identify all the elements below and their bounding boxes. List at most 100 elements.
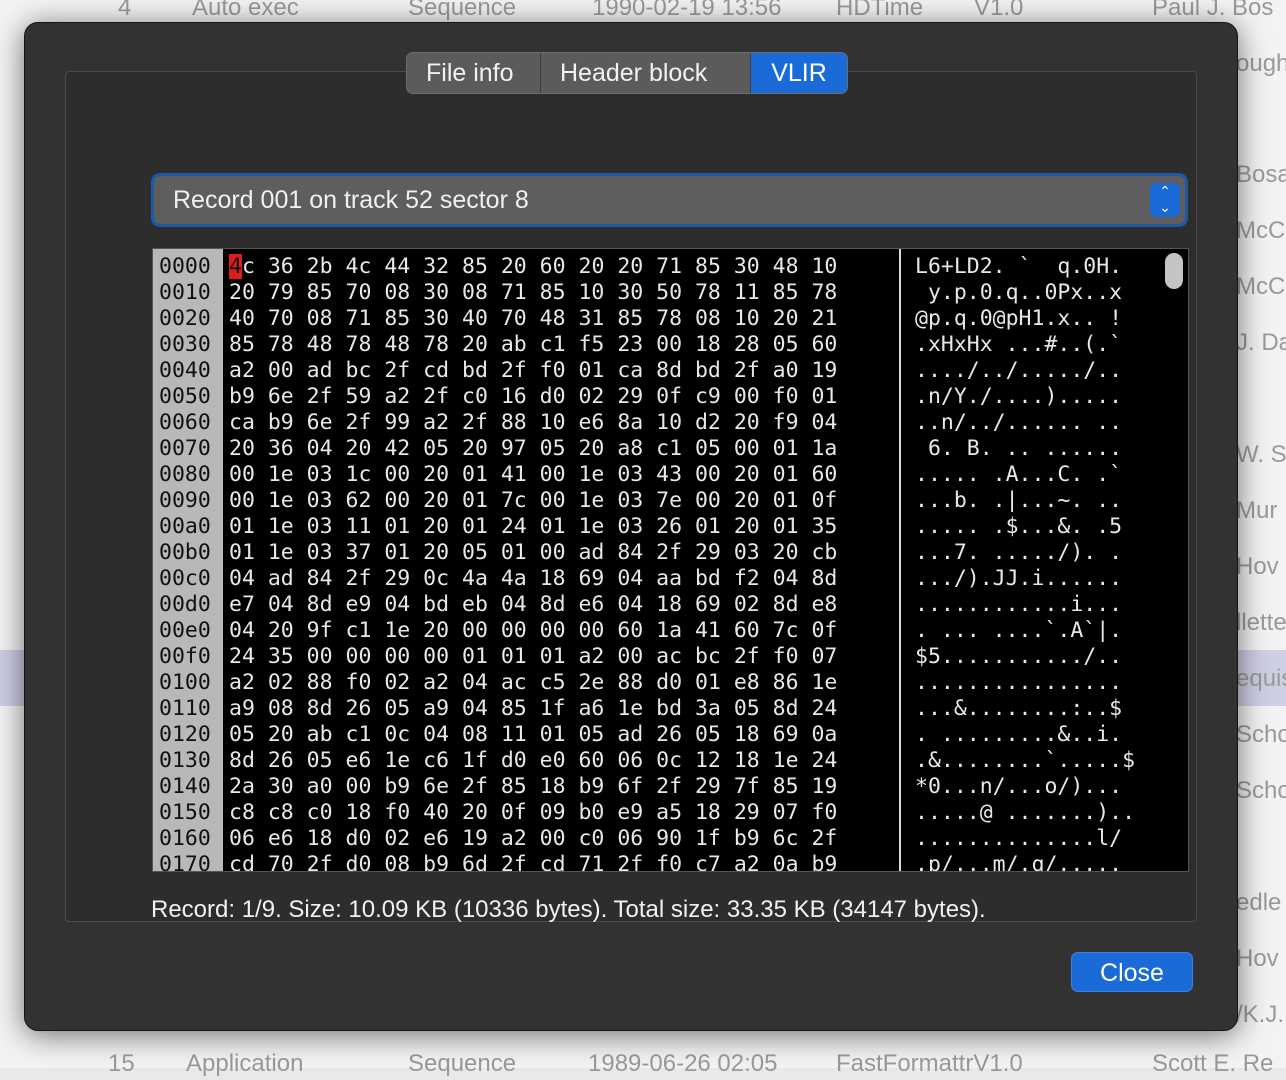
background-cell: 1989-06-26 02:05 xyxy=(588,1050,778,1077)
ascii-row[interactable]: ..n/../...... .. xyxy=(915,410,1135,436)
background-cell-fragment: McCo xyxy=(1236,273,1286,300)
hex-cursor: 4 xyxy=(229,254,242,279)
close-button[interactable]: Close xyxy=(1071,952,1193,992)
ascii-row[interactable]: @p.q.0@pH1.x.. ! xyxy=(915,306,1135,332)
background-cell: Sequence xyxy=(408,0,517,21)
record-status-text: Record: 1/9. Size: 10.09 KB (10336 bytes… xyxy=(151,896,986,923)
hex-byte-row[interactable]: a2 00 ad bc 2f cd bd 2f f0 01 ca 8d bd 2… xyxy=(229,358,837,384)
hex-byte-row[interactable]: 4c 36 2b 4c 44 32 85 20 60 20 20 71 85 3… xyxy=(229,254,837,280)
record-select-popup[interactable]: Record 001 on track 52 sector 8 ⌃ ⌄ xyxy=(154,176,1185,224)
hex-offset: 00f0 xyxy=(159,644,211,669)
tab-vlir[interactable]: VLIR xyxy=(751,53,847,93)
hex-byte-row[interactable]: a2 02 88 f0 02 a2 04 ac c5 2e 88 d0 01 e… xyxy=(229,670,837,696)
hex-byte-row[interactable]: a9 08 8d 26 05 a9 04 85 1f a6 1e bd 3a 0… xyxy=(229,696,837,722)
ascii-row[interactable]: 6. B. .. ...... xyxy=(915,436,1135,462)
hex-offset: 0060 xyxy=(159,410,211,435)
tab-file-info[interactable]: File info xyxy=(407,53,541,93)
background-cell-fragment: Scho xyxy=(1236,721,1286,748)
background-cell-fragment: edle xyxy=(1236,889,1282,916)
hex-offset: 0000 xyxy=(159,254,211,279)
ascii-row[interactable]: ...&........:..$ xyxy=(915,696,1135,722)
ascii-column[interactable]: L6+LD2. ` q.0H. y.p.0.q..0Px..x @p.q.0@pH… xyxy=(915,254,1135,871)
hex-byte-row[interactable]: e7 04 8d e9 04 bd eb 04 8d e6 04 18 69 0… xyxy=(229,592,837,618)
background-cell: FastFormattrV1.0 xyxy=(836,1050,1023,1077)
hex-byte-row[interactable]: 01 1e 03 11 01 20 01 24 01 1e 03 26 01 2… xyxy=(229,514,837,540)
ascii-row[interactable]: ..............l/ xyxy=(915,826,1135,852)
ascii-row[interactable]: L6+LD2. ` q.0H. xyxy=(915,254,1135,280)
hex-byte-row[interactable]: cd 70 2f d0 08 b9 6d 2f cd 71 2f f0 c7 a… xyxy=(229,852,837,871)
hex-byte-row[interactable]: 05 20 ab c1 0c 04 08 11 01 05 ad 26 05 1… xyxy=(229,722,837,748)
ascii-row[interactable]: ............i... xyxy=(915,592,1135,618)
hex-offset: 0100 xyxy=(159,670,211,695)
hex-byte-row[interactable]: 40 70 08 71 85 30 40 70 48 31 85 78 08 1… xyxy=(229,306,837,332)
background-cell: Auto exec xyxy=(192,0,299,21)
ascii-row[interactable]: .../).JJ.i...... xyxy=(915,566,1135,592)
hex-dump-view[interactable]: 0000 0010 0020 0030 0040 0050 0060 0070 0080 0090… xyxy=(152,248,1189,872)
background-cell-fragment: Hov xyxy=(1236,553,1279,580)
hex-offset: 0010 xyxy=(159,280,211,305)
ascii-row[interactable]: .n/Y./....)..... xyxy=(915,384,1135,410)
ascii-row[interactable]: .....@ .......).. xyxy=(915,800,1135,826)
hex-byte-row[interactable]: 00 1e 03 1c 00 20 01 41 00 1e 03 43 00 2… xyxy=(229,462,837,488)
hex-offset: 0130 xyxy=(159,748,211,773)
ascii-row[interactable]: .xHxHx ...#..(.` xyxy=(915,332,1135,358)
background-cell-fragment: /K.J. xyxy=(1236,1001,1285,1028)
ascii-row[interactable]: ..... .$...&. .5 xyxy=(915,514,1135,540)
ascii-row[interactable]: y.p.0.q..0Px..x xyxy=(915,280,1135,306)
background-cell: Paul J. Bos xyxy=(1152,0,1274,21)
chevron-down-icon: ⌄ xyxy=(1159,199,1171,215)
background-cell-fragment: ough xyxy=(1236,50,1286,77)
ascii-row[interactable]: ..... .A...C. .` xyxy=(915,462,1135,488)
tab-bar: File info Header block VLIR xyxy=(406,52,848,94)
ascii-row[interactable]: .p/...m/.q/..... xyxy=(915,852,1135,871)
hex-byte-row[interactable]: 20 36 04 20 42 05 20 97 05 20 a8 c1 05 0… xyxy=(229,436,837,462)
hex-byte-row[interactable]: 06 e6 18 d0 02 e6 19 a2 00 c0 06 90 1f b… xyxy=(229,826,837,852)
hex-bytes-column[interactable]: 4c 36 2b 4c 44 32 85 20 60 20 20 71 85 3… xyxy=(229,254,837,871)
record-select[interactable]: Record 001 on track 52 sector 8 ⌃ ⌄ xyxy=(151,173,1188,227)
hex-byte-row[interactable]: ca b9 6e 2f 99 a2 2f 88 10 e6 8a 10 d2 2… xyxy=(229,410,837,436)
hex-offset: 0110 xyxy=(159,696,211,721)
hex-byte-row[interactable]: 01 1e 03 37 01 20 05 01 00 ad 84 2f 29 0… xyxy=(229,540,837,566)
ascii-row[interactable]: . .........&..i. xyxy=(915,722,1135,748)
hex-offset: 0070 xyxy=(159,436,211,461)
hex-byte-row[interactable]: 00 1e 03 62 00 20 01 7c 00 1e 03 7e 00 2… xyxy=(229,488,837,514)
hex-offset: 0040 xyxy=(159,358,211,383)
ascii-row[interactable]: .&........`.....$ xyxy=(915,748,1135,774)
hex-byte-row[interactable]: b9 6e 2f 59 a2 2f c0 16 d0 02 29 0f c9 0… xyxy=(229,384,837,410)
background-cell-fragment: Hov xyxy=(1236,945,1279,972)
hex-offset: 0050 xyxy=(159,384,211,409)
hex-byte-row[interactable]: 20 79 85 70 08 30 08 71 85 10 30 50 78 1… xyxy=(229,280,837,306)
hex-offset: 0030 xyxy=(159,332,211,357)
ascii-row[interactable]: $5.........../.. xyxy=(915,644,1135,670)
background-cell-fragment: Bosa xyxy=(1236,161,1286,188)
hex-offset: 00e0 xyxy=(159,618,211,643)
background-cell: 4 xyxy=(118,0,132,21)
background-cell: V1.0 xyxy=(974,0,1024,21)
ascii-row[interactable]: . ... ....`.A`|. xyxy=(915,618,1135,644)
background-cell-fragment: Scho xyxy=(1236,777,1286,804)
hex-offset: 00d0 xyxy=(159,592,211,617)
hex-byte-row[interactable]: 04 ad 84 2f 29 0c 4a 4a 18 69 04 aa bd f… xyxy=(229,566,837,592)
hex-byte-row[interactable]: 8d 26 05 e6 1e c6 1f d0 e0 60 06 0c 12 1… xyxy=(229,748,837,774)
hex-offset: 0150 xyxy=(159,800,211,825)
ascii-row[interactable]: ..../../...../.. xyxy=(915,358,1135,384)
tab-header-block[interactable]: Header block xyxy=(541,53,751,93)
ascii-row[interactable]: ................ xyxy=(915,670,1135,696)
hex-byte-row[interactable]: c8 c8 c0 18 f0 40 20 0f 09 b0 e9 a5 18 2… xyxy=(229,800,837,826)
hex-byte-row[interactable]: 2a 30 a0 00 b9 6e 2f 85 18 b9 6f 2f 29 7… xyxy=(229,774,837,800)
hex-byte-row[interactable]: 04 20 9f c1 1e 20 00 00 00 00 60 1a 41 6… xyxy=(229,618,837,644)
hex-byte-row[interactable]: 85 78 48 78 48 78 20 ab c1 f5 23 00 18 2… xyxy=(229,332,837,358)
ascii-row[interactable]: *0...n/...o/)... xyxy=(915,774,1135,800)
hex-offset: 00c0 xyxy=(159,566,211,591)
ascii-row[interactable]: ...b. .|...~. .. xyxy=(915,488,1135,514)
hex-offset: 0020 xyxy=(159,306,211,331)
ascii-row[interactable]: ...7. ...../). . xyxy=(915,540,1135,566)
popup-chevrons-icon[interactable]: ⌃ ⌄ xyxy=(1150,183,1180,217)
background-cell-fragment: equis xyxy=(1236,665,1286,692)
offset-gutter: 0000 0010 0020 0030 0040 0050 0060 0070 0080 0090… xyxy=(153,249,223,871)
hex-scrollbar-thumb[interactable] xyxy=(1165,253,1183,289)
hex-offset: 0090 xyxy=(159,488,211,513)
background-cell: Application xyxy=(186,1050,304,1077)
hex-byte-row[interactable]: 24 35 00 00 00 00 01 01 01 a2 00 ac bc 2… xyxy=(229,644,837,670)
hex-offset: 0170 xyxy=(159,852,211,872)
